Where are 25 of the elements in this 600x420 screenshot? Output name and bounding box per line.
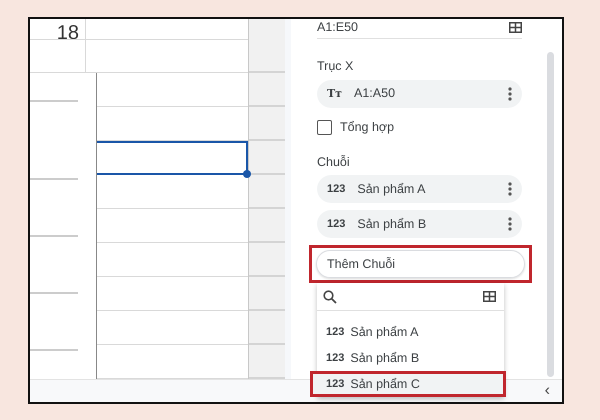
- type-label: Tт: [327, 86, 342, 102]
- checkbox-label: Tổng hợp: [340, 118, 394, 136]
- type-label: 123: [327, 217, 346, 232]
- chip-label: Sản phẩm B: [357, 216, 426, 233]
- cell-value: 18: [56, 22, 79, 39]
- chip-label: A1:A50: [354, 85, 396, 102]
- type-label: 123: [326, 377, 344, 392]
- type-label: 123: [326, 325, 344, 340]
- type-label: 123: [327, 182, 346, 197]
- dropdown-item[interactable]: 123 Sản phẩm C: [310, 371, 506, 398]
- chip-label: Sản phẩm A: [357, 180, 426, 198]
- dropdown-item[interactable]: 123 Sản phẩm A: [317, 319, 504, 346]
- collapse-button[interactable]: ‹: [542, 383, 552, 399]
- data-range[interactable]: A1:E50: [317, 19, 358, 37]
- series-chip[interactable]: 123 Sản phẩm B: [317, 210, 522, 238]
- item-label: Sản phẩm C: [350, 376, 420, 393]
- type-label: 123: [326, 351, 344, 366]
- item-label: Sản phẩm B: [350, 350, 420, 367]
- section-label: Trục X: [317, 58, 354, 75]
- add-series-field[interactable]: Thêm Chuỗi: [316, 250, 525, 278]
- dropdown-item[interactable]: 123 Sản phẩm B: [317, 345, 504, 372]
- series-chip[interactable]: 123 Sản phẩm A: [317, 175, 522, 204]
- section-label: Chuỗi: [317, 154, 351, 170]
- item-label: Sản phẩm A: [350, 324, 418, 341]
- x-axis-chip[interactable]: Tт A1:A50: [317, 80, 522, 108]
